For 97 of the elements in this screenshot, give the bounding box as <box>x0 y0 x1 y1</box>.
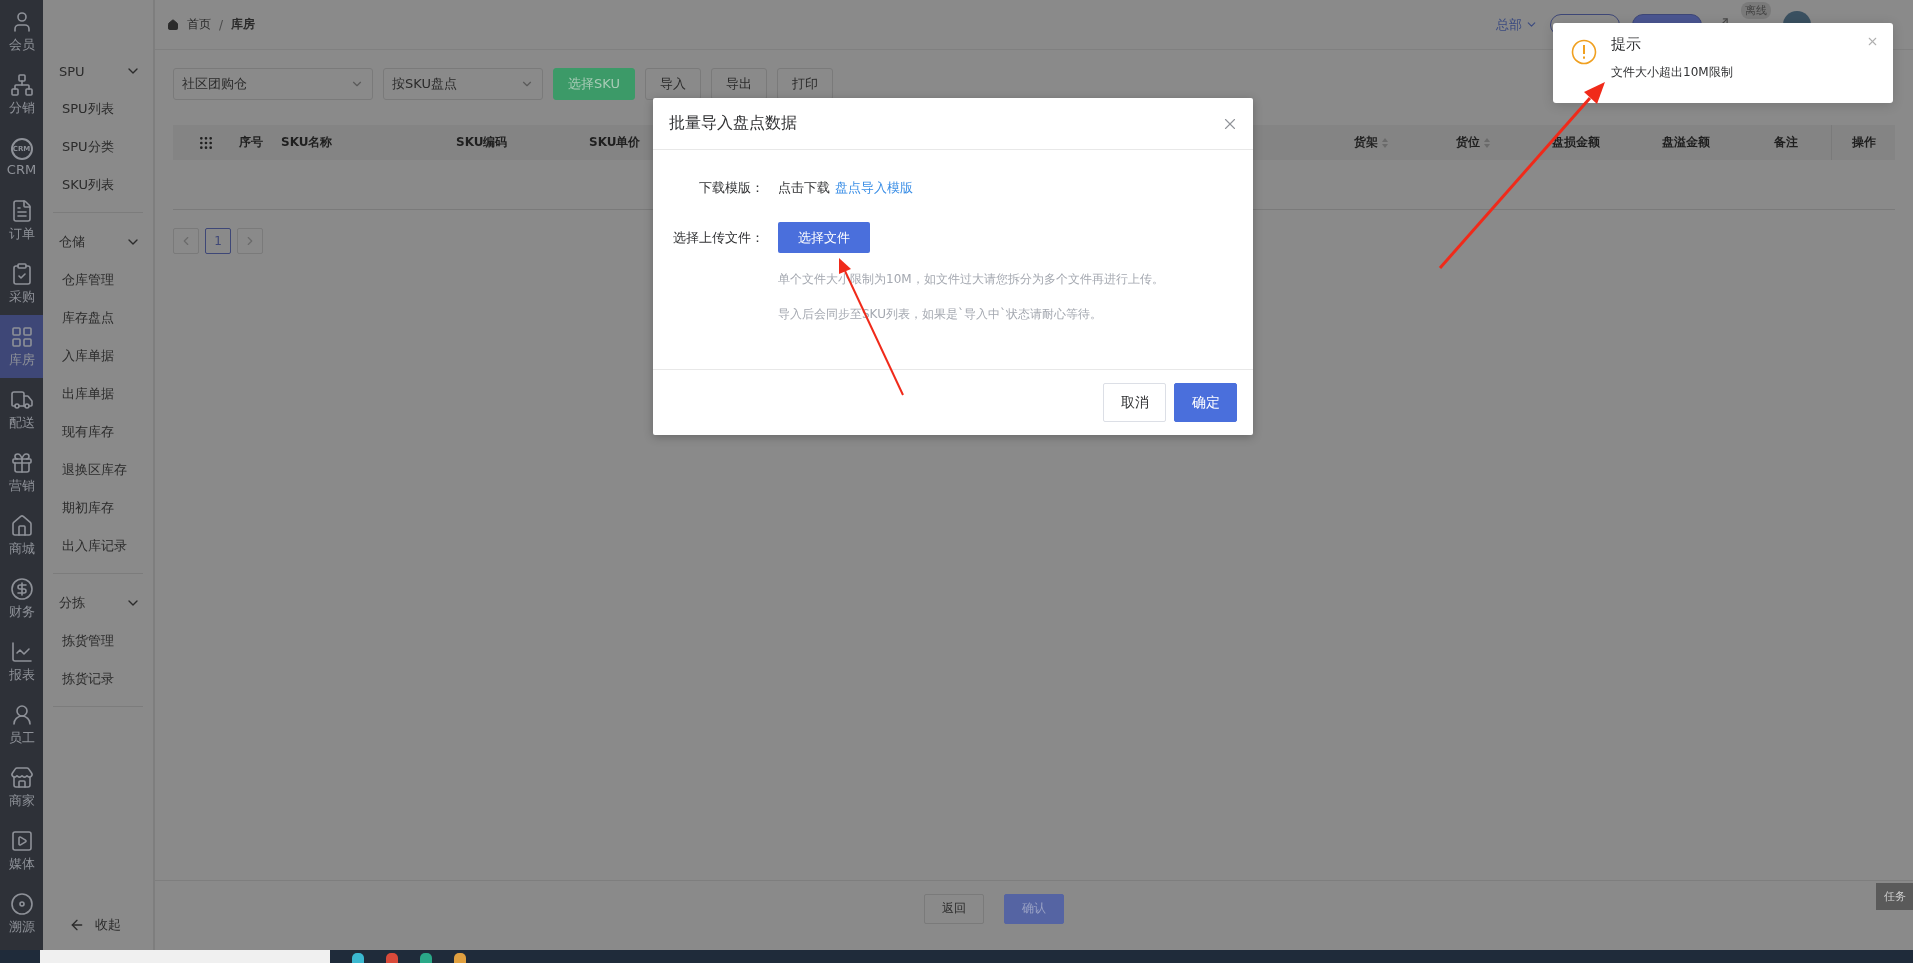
nav-item[interactable]: 采购 <box>0 252 43 315</box>
column-header: SKU编码 <box>456 134 508 151</box>
branch-dropdown[interactable]: 总部 <box>1496 15 1538 34</box>
choose-file-button[interactable]: 选择文件 <box>778 222 870 253</box>
template-link[interactable]: 盘点导入模版 <box>835 180 913 195</box>
nav-label: CRM <box>6 162 37 177</box>
coin-icon <box>9 576 34 601</box>
columns-icon[interactable] <box>198 134 214 151</box>
menu-item[interactable]: 拣货记录 <box>53 660 143 698</box>
taskbar-icon[interactable] <box>420 953 432 963</box>
task-tab[interactable]: 任务 <box>1876 883 1913 910</box>
toolbar-button[interactable]: 导入 <box>644 68 701 100</box>
menu-item[interactable]: 现有库存 <box>53 413 143 451</box>
template-text: 点击下载 盘点导入模版 <box>778 179 914 197</box>
nav-label: 报表 <box>8 665 35 684</box>
menu-item[interactable]: SKU列表 <box>53 166 143 204</box>
store-icon <box>9 765 34 790</box>
warehouse-select[interactable]: 社区团购仓 <box>173 68 373 100</box>
nav-label: 溯源 <box>8 917 35 936</box>
taskbar-icon[interactable] <box>454 953 466 963</box>
nav-item[interactable]: 会员 <box>0 0 43 63</box>
nav-item[interactable]: 配送 <box>0 378 43 441</box>
play-icon <box>9 828 34 853</box>
dialog-title: 批量导入盘点数据 <box>669 113 797 134</box>
column-header: 盘损金额 <box>1552 134 1600 151</box>
toolbar-button[interactable]: 导出 <box>710 68 767 100</box>
chart-icon <box>9 639 34 664</box>
page-button[interactable]: 1 <box>205 228 231 254</box>
breadcrumb-separator: / <box>219 17 224 32</box>
nav-label: 商城 <box>8 539 35 558</box>
nav-label: 商家 <box>8 791 35 810</box>
column-header: 操作 <box>1851 134 1876 151</box>
nav-item[interactable]: 媒体 <box>0 819 43 882</box>
notification-title: 提示 <box>1611 35 1642 54</box>
nav-label: 库房 <box>8 350 35 369</box>
home-icon <box>167 18 179 31</box>
nav-label: 营销 <box>8 476 35 495</box>
nav-label: 财务 <box>8 602 35 621</box>
column-header: 货位 <box>1456 134 1480 151</box>
menu-item[interactable]: 出入库记录 <box>53 527 143 565</box>
network-icon <box>9 72 34 97</box>
field-label: 选择上传文件： <box>672 228 765 247</box>
taskbar-icon[interactable] <box>352 953 364 963</box>
nav-label: 订单 <box>8 224 35 243</box>
column-header: 盘溢金额 <box>1662 134 1710 151</box>
notification-message: 文件大小超出10M限制 <box>1611 64 1734 81</box>
nav-item[interactable]: 财务 <box>0 567 43 630</box>
warning-icon <box>1571 39 1597 65</box>
column-header: SKU名称 <box>281 134 333 151</box>
disc-icon <box>9 891 34 916</box>
nav-item[interactable]: 商城 <box>0 504 43 567</box>
menu-item[interactable]: 期初库存 <box>53 489 143 527</box>
grid-icon <box>9 324 34 349</box>
menu-item[interactable]: 出库单据 <box>53 375 143 413</box>
nav-label: 会员 <box>8 35 35 54</box>
close-icon[interactable] <box>1866 35 1879 48</box>
gift-icon <box>9 450 34 475</box>
menu-item[interactable]: 入库单据 <box>53 337 143 375</box>
arrow-left-icon <box>69 917 85 933</box>
menu-item[interactable]: 拣货管理 <box>53 622 143 660</box>
dialog-button[interactable]: 确定 <box>1174 383 1237 422</box>
menu-group[interactable]: 仓储 <box>53 223 143 261</box>
nav-item[interactable]: 商家 <box>0 756 43 819</box>
nav-item[interactable]: 营销 <box>0 441 43 504</box>
nav-label: 配送 <box>8 413 35 432</box>
nav-label: 媒体 <box>8 854 35 873</box>
nav-label: 员工 <box>8 728 35 747</box>
nav-item[interactable]: 溯源 <box>0 882 43 945</box>
nav-item[interactable]: 报表 <box>0 630 43 693</box>
nav-item[interactable]: 员工 <box>0 693 43 756</box>
nav-item[interactable]: 订单 <box>0 189 43 252</box>
toolbar-button[interactable]: 打印 <box>776 68 833 100</box>
column-header: 货架 <box>1353 134 1378 151</box>
taskbar-icon[interactable] <box>386 953 398 963</box>
menu-item[interactable]: SPU分类 <box>53 128 143 166</box>
column-header: SKU单价 <box>589 134 641 151</box>
nav-item[interactable]: 分销 <box>0 63 43 126</box>
breadcrumb-link[interactable]: 库房 <box>231 16 256 33</box>
footer-button[interactable]: 返回 <box>924 893 984 924</box>
nav-label: 分销 <box>8 98 35 117</box>
collapse-link[interactable]: 收起 <box>95 916 121 934</box>
nav-label: 采购 <box>8 287 35 306</box>
menu-item[interactable]: 仓库管理 <box>53 261 143 299</box>
menu-item[interactable]: 退换区库存 <box>53 451 143 489</box>
column-header: 序号 <box>239 134 263 151</box>
mode-select[interactable]: 按SKU盘点 <box>383 68 543 100</box>
menu-item[interactable]: SPU列表 <box>53 90 143 128</box>
nav-item[interactable]: 库房 <box>0 315 43 378</box>
menu-item[interactable]: 库存盘点 <box>53 299 143 337</box>
menu-group[interactable]: SPU <box>53 52 143 90</box>
footer-button[interactable]: 确认 <box>1004 893 1064 924</box>
menu-group[interactable]: 分拣 <box>53 584 143 622</box>
field-label: 下载模版： <box>698 179 765 197</box>
breadcrumb-link[interactable]: 首页 <box>187 16 211 33</box>
dialog-button[interactable]: 取消 <box>1103 383 1166 422</box>
column-header: 备注 <box>1774 134 1798 151</box>
house-icon <box>9 513 34 538</box>
